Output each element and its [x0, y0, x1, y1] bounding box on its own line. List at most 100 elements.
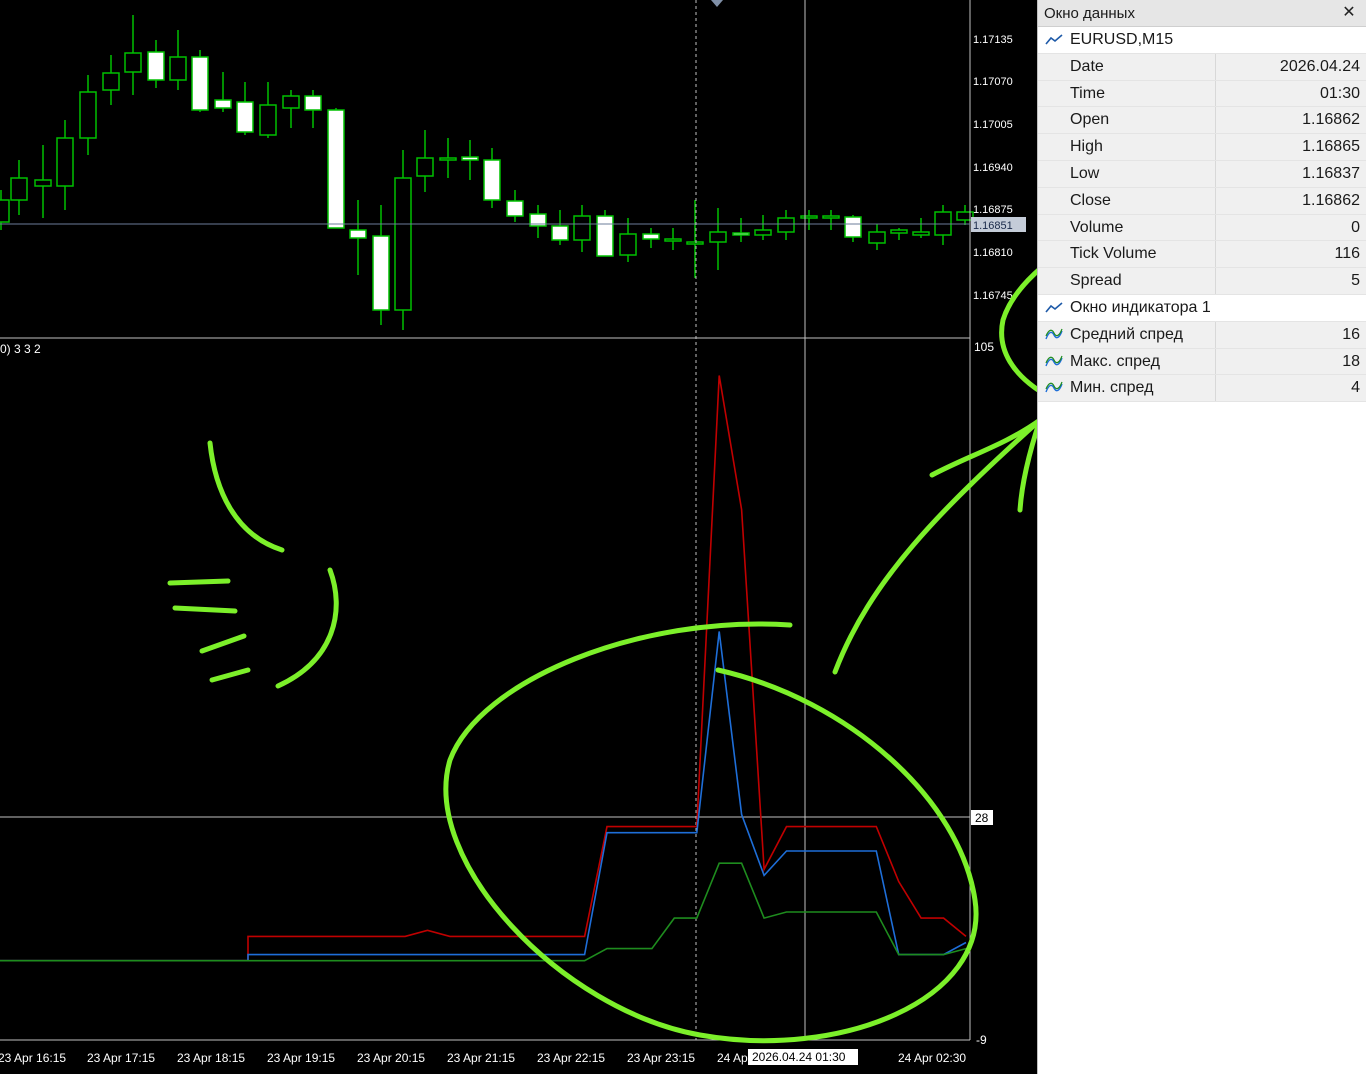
indicator-axis-bottom: -9 — [976, 1033, 987, 1047]
data-row-spread[interactable]: Spread 5 — [1038, 268, 1366, 295]
row-label: Средний спред — [1070, 325, 1183, 343]
data-row-time[interactable]: Time 01:30 — [1038, 80, 1366, 108]
row-label: Volume — [1070, 218, 1124, 236]
row-value: 1.16837 — [1302, 164, 1360, 182]
row-value: 1.16865 — [1302, 138, 1360, 156]
indicator-row[interactable]: Средний спред 16 — [1038, 321, 1366, 349]
column-divider — [1215, 241, 1216, 268]
candle-bear — [191, 56, 209, 111]
candle-bull — [34, 179, 52, 187]
column-divider — [1215, 134, 1216, 160]
indicator-line-icon — [1045, 328, 1063, 340]
candle-bear — [236, 101, 254, 133]
column-divider — [1215, 268, 1216, 294]
price-label: 1.17135 — [973, 34, 1013, 46]
indicator-row[interactable]: Мин. спред 4 — [1038, 375, 1366, 403]
close-icon[interactable]: ✕ — [1340, 2, 1358, 22]
row-value: 16 — [1342, 325, 1360, 343]
candle-bull — [800, 215, 818, 219]
chart-svg[interactable]: 1.17135 1.17070 1.17005 1.16940 1.16875 … — [0, 0, 1037, 1074]
row-label: Time — [1070, 84, 1105, 102]
candle-bear — [483, 159, 501, 201]
data-row-date[interactable]: Date 2026.04.24 — [1038, 53, 1366, 81]
data-row-tick-volume[interactable]: Tick Volume 116 — [1038, 241, 1366, 269]
row-label: Мин. спред — [1070, 379, 1154, 397]
candle-bull — [573, 215, 591, 241]
data-row-close[interactable]: Close 1.16862 — [1038, 187, 1366, 215]
column-divider — [1215, 160, 1216, 187]
time-label: 23 Apr 20:15 — [357, 1051, 425, 1065]
time-label: 23 Apr 16:15 — [0, 1051, 66, 1065]
time-label: 24 Apr — [717, 1051, 752, 1065]
column-divider — [1215, 187, 1216, 214]
row-value: 116 — [1334, 245, 1360, 263]
indicator-line-icon — [1045, 355, 1063, 366]
indicator-row[interactable]: Макс. спред 18 — [1038, 348, 1366, 376]
row-value: 18 — [1342, 352, 1360, 370]
column-divider — [1215, 214, 1216, 241]
time-label: 23 Apr 22:15 — [537, 1051, 605, 1065]
price-label: 1.16875 — [973, 204, 1013, 216]
chart-area[interactable]: 1.17135 1.17070 1.17005 1.16940 1.16875 … — [0, 0, 1037, 1074]
indicator-rows: Средний спред 16 Макс. спред 18 Мин. спред 4 — [1038, 321, 1366, 403]
indicator-axis-top: 105 — [974, 340, 994, 354]
candle-bull — [0, 199, 10, 223]
column-divider — [1215, 375, 1216, 402]
row-label: Макс. спред — [1070, 352, 1160, 370]
symbol-row[interactable]: EURUSD,M15 — [1038, 27, 1366, 54]
candle-bear — [596, 215, 614, 257]
candle-bull — [56, 137, 74, 187]
row-value: 1.16862 — [1302, 191, 1360, 209]
candle-bear — [214, 99, 232, 109]
column-divider — [1215, 348, 1216, 375]
chart-background — [0, 0, 1037, 1074]
row-value: 01:30 — [1319, 84, 1360, 102]
price-label: 1.17005 — [973, 119, 1013, 131]
candle-bull — [169, 56, 187, 81]
indicator-header: 0) 3 3 2 — [0, 342, 41, 356]
data-row-open[interactable]: Open 1.16862 — [1038, 107, 1366, 135]
row-label: Tick Volume — [1070, 245, 1157, 263]
candle-bull — [754, 229, 772, 236]
candle-bull — [10, 177, 28, 201]
candle-bull — [868, 231, 886, 244]
candle-bear — [147, 51, 165, 81]
indicator-line-icon — [1045, 382, 1063, 393]
candle-bear — [327, 109, 345, 229]
candle-bear — [844, 216, 862, 238]
crosshair-time-label: 2026.04.24 01:30 — [752, 1050, 846, 1064]
row-value: 0 — [1351, 218, 1360, 236]
time-label: 23 Apr 18:15 — [177, 1051, 245, 1065]
data-window-title: Окно данных — [1044, 5, 1135, 22]
candle-bull — [394, 177, 412, 311]
column-divider — [1215, 107, 1216, 134]
candle-bull — [686, 241, 704, 245]
candle-bull — [619, 233, 637, 256]
line-chart-icon — [1045, 302, 1063, 313]
row-value: 4 — [1351, 379, 1360, 397]
price-label: 1.16940 — [973, 162, 1013, 174]
row-label: Date — [1070, 57, 1104, 75]
data-window-titlebar[interactable]: Окно данных ✕ — [1038, 0, 1366, 27]
data-row-volume[interactable]: Volume 0 — [1038, 214, 1366, 242]
time-label: 23 Apr 21:15 — [447, 1051, 515, 1065]
data-rows: Date 2026.04.24 Time 01:30 Open 1.16862 High 1.… — [1038, 53, 1366, 295]
time-label: 23 Apr 19:15 — [267, 1051, 335, 1065]
price-label: 1.16745 — [973, 290, 1013, 302]
data-row-low[interactable]: Low 1.16837 — [1038, 160, 1366, 188]
candle-bull — [79, 91, 97, 139]
row-label: High — [1070, 138, 1103, 156]
candle-bear — [551, 225, 569, 241]
column-divider — [1215, 53, 1216, 80]
candle-bull — [439, 157, 457, 161]
time-label: 23 Apr 23:15 — [627, 1051, 695, 1065]
candle-bull — [282, 95, 300, 109]
column-divider — [1215, 321, 1216, 348]
indicator-window-row[interactable]: Окно индикатора 1 — [1038, 294, 1366, 322]
time-label: 23 Apr 17:15 — [87, 1051, 155, 1065]
candle-bear — [461, 156, 479, 161]
indicator-window-label: Окно индикатора 1 — [1070, 298, 1211, 316]
data-row-high[interactable]: High 1.16865 — [1038, 134, 1366, 161]
candle-bull — [664, 238, 682, 242]
candle-bull — [956, 211, 974, 221]
